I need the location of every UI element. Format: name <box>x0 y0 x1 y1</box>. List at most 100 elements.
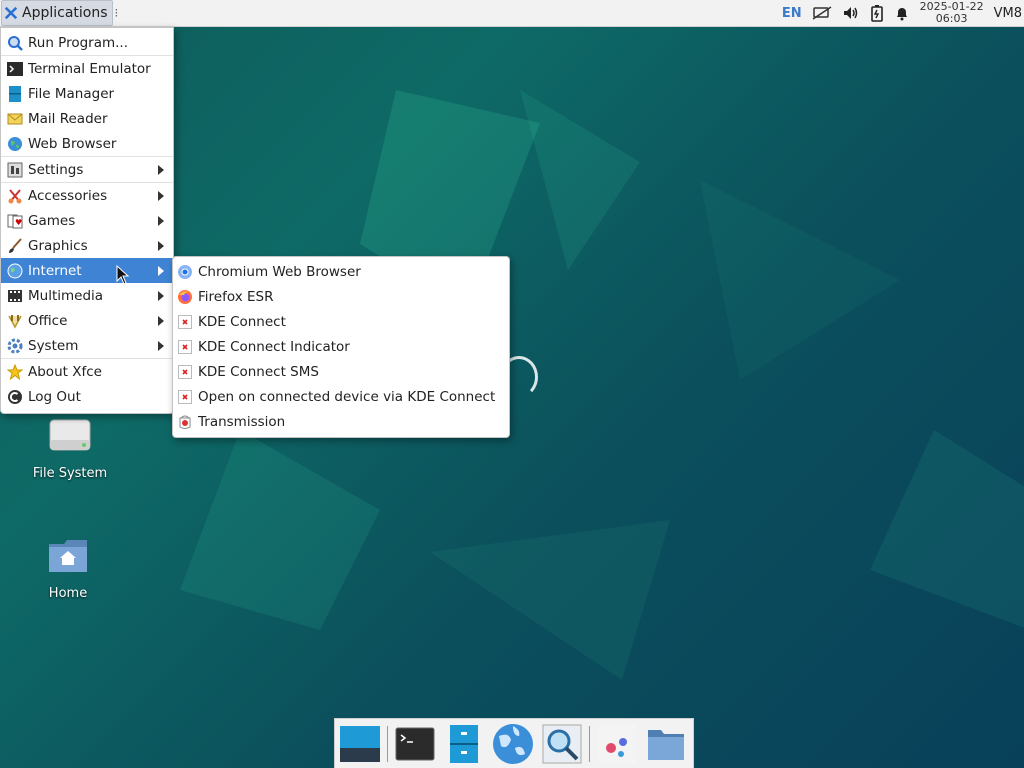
submenu-item-kde-connect-sms[interactable]: KDE Connect SMS <box>173 359 509 384</box>
menu-item-log-out[interactable]: Log Out <box>1 384 173 409</box>
menu-item-label: Internet <box>28 262 82 279</box>
menu-item-file-manager[interactable]: File Manager <box>1 81 173 106</box>
firefox-icon <box>178 289 192 304</box>
terminal-icon <box>7 61 23 76</box>
menu-item-label: Run Program... <box>28 34 129 51</box>
submenu-arrow-icon <box>158 165 164 175</box>
folder-icon <box>647 730 684 760</box>
submenu-item-chromium[interactable]: Chromium Web Browser <box>173 259 509 284</box>
clock-time: 06:03 <box>935 12 968 25</box>
clock[interactable]: 2025-01-22 06:03 <box>920 1 984 25</box>
menu-item-settings[interactable]: Settings <box>1 157 173 182</box>
dock-separator <box>387 726 389 762</box>
submenu-item-firefox-esr[interactable]: Firefox ESR <box>173 284 509 309</box>
chromium-icon <box>178 264 192 279</box>
dock-user-apps[interactable] <box>596 721 638 767</box>
menu-item-office[interactable]: Office <box>1 308 173 333</box>
submenu-item-transmission[interactable]: Transmission <box>173 409 509 434</box>
system-tray: EN 2025-01-22 06:03 VM8 <box>772 0 1024 26</box>
wallpaper-shard <box>520 90 640 270</box>
menu-item-terminal-emulator[interactable]: Terminal Emulator <box>1 56 173 81</box>
dock-folder[interactable] <box>645 721 687 767</box>
dock-web-browser[interactable] <box>491 721 535 767</box>
menu-item-multimedia[interactable]: Multimedia <box>1 283 173 308</box>
missing-icon <box>178 364 192 379</box>
terminal-icon <box>395 727 435 761</box>
games-icon: ♥ <box>7 214 23 228</box>
settings-icon <box>7 162 23 177</box>
menu-item-games[interactable]: ♥ Games <box>1 208 173 233</box>
wallpaper-shard <box>180 430 380 630</box>
menu-item-label: Multimedia <box>28 287 104 304</box>
dock-show-desktop[interactable] <box>339 721 381 767</box>
wallpaper-shard <box>430 520 670 680</box>
logout-icon <box>8 389 22 404</box>
menu-item-label: Office <box>28 312 68 329</box>
submenu-item-label: KDE Connect <box>198 313 286 330</box>
xfce-logo-icon <box>4 6 18 20</box>
dock-app-finder[interactable] <box>541 721 583 767</box>
battery-icon[interactable] <box>870 4 884 22</box>
web-browser-icon <box>8 136 22 151</box>
missing-icon <box>178 314 192 329</box>
submenu-arrow-icon <box>158 216 164 226</box>
drive-icon <box>49 419 91 451</box>
dock-file-manager[interactable] <box>443 721 485 767</box>
graphics-icon <box>9 237 22 253</box>
menu-item-label: Accessories <box>28 187 108 204</box>
internet-icon <box>7 263 23 278</box>
submenu-arrow-icon <box>158 241 164 251</box>
desktop-icon-home[interactable]: Home <box>18 536 118 601</box>
menu-item-internet[interactable]: Internet <box>1 258 173 283</box>
mail-icon <box>7 113 23 124</box>
submenu-item-label: Firefox ESR <box>198 288 274 305</box>
file-manager-icon <box>449 725 478 763</box>
menu-item-graphics[interactable]: Graphics <box>1 233 173 258</box>
menu-item-about-xfce[interactable]: About Xfce <box>1 359 173 384</box>
home-folder-icon <box>49 540 87 572</box>
applications-label: Applications <box>22 5 108 21</box>
file-manager-icon <box>9 85 21 102</box>
menu-item-system[interactable]: System <box>1 333 173 358</box>
volume-icon[interactable] <box>842 5 860 21</box>
show-desktop-icon <box>340 726 381 762</box>
menu-item-mail-reader[interactable]: Mail Reader <box>1 106 173 131</box>
svg-text:♥: ♥ <box>15 218 22 227</box>
app-finder-icon <box>542 724 582 764</box>
submenu-item-open-on-device[interactable]: Open on connected device via KDE Connect <box>173 384 509 409</box>
desktop-icon-file-system[interactable]: File System <box>20 416 120 481</box>
system-icon <box>7 338 23 353</box>
menu-item-run-program[interactable]: Run Program... <box>1 30 173 55</box>
office-icon <box>8 314 22 329</box>
desktop[interactable]: Applications ⁝ EN 2025-01-22 06:03 VM8 F… <box>0 0 1024 768</box>
notification-bell-icon[interactable] <box>894 5 910 21</box>
submenu-item-label: KDE Connect Indicator <box>198 338 350 355</box>
menu-item-web-browser[interactable]: Web Browser <box>1 131 173 156</box>
submenu-item-kde-connect[interactable]: KDE Connect <box>173 309 509 334</box>
applications-menu: Run Program... Terminal Emulator File Ma… <box>0 27 174 414</box>
bottom-dock <box>334 718 694 768</box>
submenu-arrow-icon <box>158 291 164 301</box>
menu-item-label: About Xfce <box>28 363 102 380</box>
desktop-icon-label: Home <box>48 586 88 601</box>
submenu-arrow-icon <box>158 191 164 201</box>
dock-terminal[interactable] <box>394 721 436 767</box>
submenu-item-label: Open on connected device via KDE Connect <box>198 388 496 405</box>
missing-icon <box>178 389 192 404</box>
keyboard-layout-indicator[interactable]: EN <box>782 6 802 21</box>
submenu-item-label: Chromium Web Browser <box>198 263 361 280</box>
menu-item-accessories[interactable]: Accessories <box>1 183 173 208</box>
submenu-item-label: Transmission <box>198 413 286 430</box>
wallpaper-shard <box>700 180 900 380</box>
accessories-icon <box>8 188 22 203</box>
submenu-arrow-icon <box>158 266 164 276</box>
submenu-item-kde-connect-indicator[interactable]: KDE Connect Indicator <box>173 334 509 359</box>
applications-menu-button[interactable]: Applications <box>1 0 113 26</box>
menu-item-label: Mail Reader <box>28 110 108 127</box>
menu-item-label: Games <box>28 212 76 229</box>
menu-item-label: Log Out <box>28 388 81 405</box>
desktop-icon-label: File System <box>32 466 108 481</box>
hostname-label: VM8 <box>993 5 1022 21</box>
panel-handle-icon[interactable]: ⁝ <box>115 6 119 20</box>
network-icon[interactable] <box>812 5 832 21</box>
